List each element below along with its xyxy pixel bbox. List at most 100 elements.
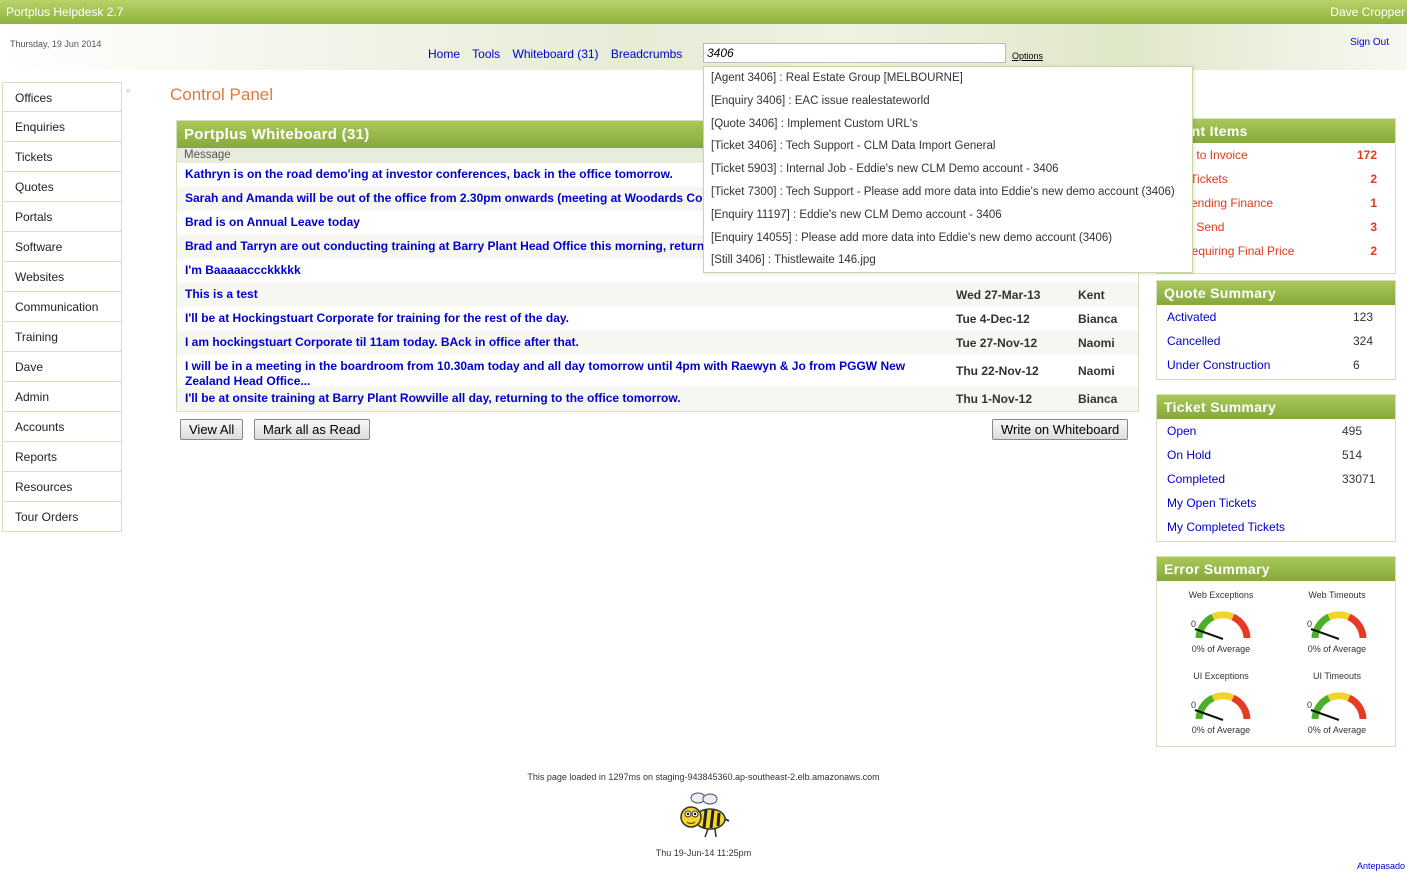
ticket-status-link[interactable]: Completed: [1167, 472, 1225, 486]
whiteboard-message-link[interactable]: I'll be at Hockingstuart Corporate for t…: [185, 311, 945, 326]
nav-home[interactable]: Home: [428, 47, 460, 61]
footer-timestamp: Thu 19-Jun-14 11:25pm: [655, 848, 752, 858]
important-item-count: 2: [1370, 244, 1377, 258]
whiteboard-message-link[interactable]: This is a test: [185, 287, 945, 302]
list-item: My Open Tickets: [1157, 491, 1395, 515]
sidebar-item-reports[interactable]: Reports: [2, 442, 122, 472]
gauge-percent: 0% of Average: [1307, 644, 1367, 654]
whiteboard-message-link[interactable]: I will be in a meeting in the boardroom …: [185, 359, 945, 389]
gauge-dial-icon: [1194, 692, 1251, 721]
main-nav: Home Tools Whiteboard (31) Breadcrumbs: [428, 47, 691, 61]
search-result-item[interactable]: [Enquiry 11197] : Eddie's new CLM Demo a…: [704, 204, 1192, 227]
sidebar-item-enquiries[interactable]: Enquiries: [2, 112, 122, 142]
sidebar-item-websites[interactable]: Websites: [2, 262, 122, 292]
whiteboard-message-link[interactable]: I am hockingstuart Corporate til 11am to…: [185, 335, 945, 350]
ticket-status-count: 495: [1342, 424, 1363, 438]
ticket-status-link[interactable]: Open: [1167, 424, 1196, 438]
ticket-summary-title: Ticket Summary: [1157, 395, 1395, 419]
sidebar-item-admin[interactable]: Admin: [2, 382, 122, 412]
ui-exceptions-gauge: UI Exceptions 0 0% of Average: [1166, 671, 1276, 751]
table-row: I'll be at Hockingstuart Corporate for t…: [177, 307, 1138, 331]
nav-whiteboard[interactable]: Whiteboard (31): [513, 47, 599, 61]
list-item: Under Construction 6: [1157, 353, 1395, 377]
search-result-item[interactable]: [Enquiry 3406] : EAC issue realestatewor…: [704, 90, 1192, 113]
gauge-label: UI Exceptions: [1193, 671, 1249, 681]
web-timeouts-gauge: Web Timeouts 0 0% of Average: [1282, 590, 1392, 670]
list-item: Cancelled 324: [1157, 329, 1395, 353]
table-row: I will be in a meeting in the boardroom …: [177, 355, 1138, 389]
table-row: I'll be at onsite training at Barry Plan…: [177, 387, 1138, 411]
gauge-label: Web Exceptions: [1188, 590, 1254, 600]
sidebar-item-portals[interactable]: Portals: [2, 202, 122, 232]
message-author: Naomi: [1078, 336, 1115, 350]
page-load-info: This page loaded in 1297ms on staging-94…: [527, 772, 880, 782]
quote-status-count: 123: [1353, 310, 1374, 324]
message-author: Naomi: [1078, 364, 1115, 378]
app-title: Portplus Helpdesk 2.7: [6, 5, 124, 19]
search-input[interactable]: [703, 43, 1006, 63]
sidebar-item-tour-orders[interactable]: Tour Orders: [2, 502, 122, 532]
gauge-percent: 0% of Average: [1307, 725, 1367, 735]
write-on-whiteboard-button[interactable]: Write on Whiteboard: [992, 419, 1129, 440]
quote-summary-panel: Quote Summary Activated 123 Cancelled 324 …: [1156, 280, 1396, 380]
quote-status-link[interactable]: Under Construction: [1167, 358, 1270, 372]
top-bar: Portplus Helpdesk 2.7 Dave Cropper: [0, 0, 1407, 24]
important-item-count: 1: [1370, 196, 1377, 210]
search-result-item[interactable]: [Enquiry 14055] : Please add more data i…: [704, 227, 1192, 250]
search-result-item[interactable]: [Ticket 5903] : Internal Job - Eddie's n…: [704, 158, 1192, 181]
search-result-item[interactable]: [Still 3406] : Thistlewaite 146.jpg: [704, 249, 1192, 272]
message-author: Kent: [1078, 288, 1105, 302]
sidebar-item-communication[interactable]: Communication: [2, 292, 122, 322]
list-item: My Completed Tickets: [1157, 515, 1395, 539]
important-item-count: 2: [1370, 172, 1377, 186]
gauge-percent: 0% of Average: [1191, 725, 1251, 735]
gauge-zero: 0: [1307, 619, 1313, 629]
table-row: This is a test Wed 27-Mar-13 Kent: [177, 283, 1138, 307]
ticket-status-count: 33071: [1342, 472, 1376, 486]
nav-tools[interactable]: Tools: [472, 47, 500, 61]
search-options-link[interactable]: Options: [1012, 51, 1043, 61]
sign-out-link[interactable]: Sign Out: [1350, 37, 1389, 48]
sidebar-item-accounts[interactable]: Accounts: [2, 412, 122, 442]
view-all-button[interactable]: View All: [180, 419, 244, 440]
sidebar-item-resources[interactable]: Resources: [2, 472, 122, 502]
search-result-item[interactable]: [Quote 3406] : Implement Custom URL's: [704, 113, 1192, 136]
gauge-label: UI Timeouts: [1312, 671, 1361, 681]
sidebar-item-quotes[interactable]: Quotes: [2, 172, 122, 202]
message-date: Tue 4-Dec-12: [956, 312, 1030, 326]
my-completed-tickets-link[interactable]: My Completed Tickets: [1167, 520, 1285, 534]
search-results-dropdown: [Agent 3406] : Real Estate Group [MELBOU…: [703, 66, 1193, 273]
nav-breadcrumbs[interactable]: Breadcrumbs: [611, 47, 682, 61]
list-item: On Hold 514: [1157, 443, 1395, 467]
sidebar-item-software[interactable]: Software: [2, 232, 122, 262]
quote-status-link[interactable]: Activated: [1167, 310, 1216, 324]
antepasado-link[interactable]: Antepasado: [1357, 861, 1405, 871]
sidebar-item-tickets[interactable]: Tickets: [2, 142, 122, 172]
message-date: Thu 22-Nov-12: [956, 364, 1039, 378]
page-title: Control Panel: [170, 85, 274, 104]
quote-status-link[interactable]: Cancelled: [1167, 334, 1220, 348]
gauge-zero: 0: [1191, 619, 1197, 629]
current-date: Thursday, 19 Jun 2014: [10, 39, 102, 49]
sidebar-item-dave[interactable]: Dave: [2, 352, 122, 382]
sidebar-collapse-icon[interactable]: «: [126, 85, 131, 95]
search-result-item[interactable]: [Agent 3406] : Real Estate Group [MELBOU…: [704, 67, 1192, 90]
gauge-dial-icon: [1310, 611, 1367, 640]
user-name[interactable]: Dave Cropper: [1330, 5, 1405, 19]
mark-all-read-button[interactable]: Mark all as Read: [254, 419, 370, 440]
ui-timeouts-gauge: UI Timeouts 0 0% of Average: [1282, 671, 1392, 751]
ticket-status-count: 514: [1342, 448, 1363, 462]
quote-status-count: 324: [1353, 334, 1374, 348]
error-summary-title: Error Summary: [1157, 557, 1395, 581]
quote-summary-title: Quote Summary: [1157, 281, 1395, 305]
ticket-status-link[interactable]: On Hold: [1167, 448, 1211, 462]
important-item-count: 172: [1356, 148, 1377, 162]
sidebar-item-training[interactable]: Training: [2, 322, 122, 352]
my-open-tickets-link[interactable]: My Open Tickets: [1167, 496, 1256, 510]
search-result-item[interactable]: [Ticket 7300] : Tech Support - Please ad…: [704, 181, 1192, 204]
search-result-item[interactable]: [Ticket 3406] : Tech Support - CLM Data …: [704, 135, 1192, 158]
bee-logo-icon: [680, 792, 730, 838]
gauge-dial-icon: [1310, 692, 1367, 721]
whiteboard-message-link[interactable]: I'll be at onsite training at Barry Plan…: [185, 391, 945, 406]
sidebar-item-offices[interactable]: Offices: [2, 82, 122, 112]
